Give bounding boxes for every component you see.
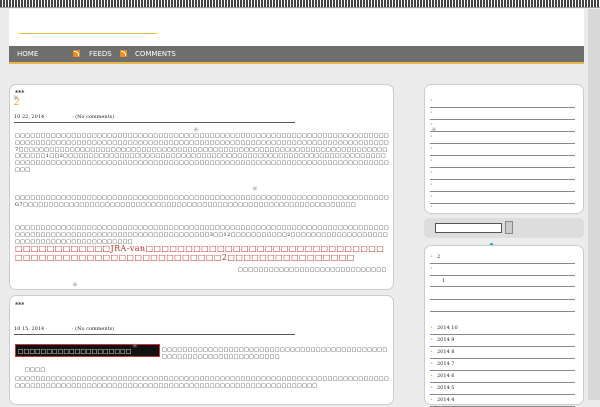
search-input[interactable] xyxy=(435,223,502,233)
sidebar-link-label: 2 xyxy=(436,254,441,260)
post-number: 2 xyxy=(14,98,20,108)
nav-feeds[interactable]: FEEDS xyxy=(89,46,112,62)
bullet-icon: • xyxy=(430,254,433,260)
bullet-icon: • xyxy=(430,373,433,379)
archive-link-label: 2014 10 xyxy=(436,325,458,331)
site-header xyxy=(9,9,584,46)
bullet-icon: • xyxy=(430,349,433,355)
bullet-icon: • xyxy=(430,170,433,176)
nav-home[interactable]: HOME xyxy=(17,46,38,62)
archive-link-label: 2014 7 xyxy=(436,361,455,367)
sidebar-widget: • • • • • • • • • • ✳ xyxy=(424,84,584,214)
post-meta: 10 15, 2014 · · (No comments) xyxy=(14,326,114,332)
right-margin xyxy=(588,9,600,400)
archive-link-label: 2014 5 xyxy=(436,385,455,391)
post-divider xyxy=(14,334,295,335)
post-body: □□□□□□□□□□□□□□□□□□□□□□□□□□□□□□□□□□□□□ xyxy=(238,267,387,274)
sidebar-link[interactable]: • xyxy=(430,201,575,213)
sidebar-link-label: 1 xyxy=(442,278,446,284)
bullet-icon: • xyxy=(430,134,433,140)
highlighted-text: □□□□□□□□□□□□JRA-van□□□□□□□□□□□□□□□□□□□□□… xyxy=(15,244,385,262)
post-date: 10 15, 2014 · xyxy=(14,326,48,332)
archive-link[interactable]: • 2014 4 xyxy=(430,394,575,407)
top-border xyxy=(0,0,600,8)
sidebar-link[interactable]: 1 xyxy=(430,275,575,287)
post-card: *** 10 15, 2014 · · (No comments) □□□□□□… xyxy=(9,295,394,405)
bullet-icon: • xyxy=(430,385,433,391)
bullet-icon: • xyxy=(430,337,433,343)
sparkle-icon: ✳ xyxy=(252,185,258,193)
post-meta: 10 22, 2014 · · (No comments) xyxy=(14,114,114,120)
sidebar-widget: • 2 • 1 • 2014 10 • 2014 9 • 2014 8 • 2014 7 … xyxy=(424,245,584,407)
sparkle-icon: ✳ xyxy=(72,281,78,289)
bullet-icon: • xyxy=(430,182,433,188)
archive-link-label: 2014 4 xyxy=(436,397,455,403)
post-comments-link[interactable]: · (No comments) xyxy=(72,114,114,120)
bullet-icon: • xyxy=(430,361,433,367)
bullet-icon: • xyxy=(430,397,433,403)
post-subheading: □□□□ xyxy=(25,367,46,373)
rss-feed-icon[interactable] xyxy=(73,50,80,57)
rss-comments-icon[interactable] xyxy=(120,50,127,57)
post-body: □□□□□□□□□□□□□□□□□□□□□□□□□□□□□□□□□□□□□□□□… xyxy=(15,195,390,208)
main-nav: HOME FEEDS COMMENTS xyxy=(9,46,584,64)
post-title[interactable]: *** xyxy=(15,302,24,309)
archive-link-label: 2014 6 xyxy=(436,373,455,379)
bullet-icon: • xyxy=(430,98,433,104)
bullet-icon: • xyxy=(430,146,433,152)
post-card: *** ✳ 2 10 22, 2014 · · (No comments) ✳ … xyxy=(9,84,394,290)
header-accent-line xyxy=(19,33,157,34)
bullet-icon: • xyxy=(430,110,433,116)
bullet-icon: • xyxy=(430,325,433,331)
archive-link-label: 2014 8 xyxy=(436,349,455,355)
search-button[interactable] xyxy=(505,221,513,234)
sparkle-icon: ✳ xyxy=(431,126,437,134)
post-comments-link[interactable]: · (No comments) xyxy=(72,326,114,332)
nav-comments[interactable]: COMMENTS xyxy=(135,46,176,62)
bullet-icon: • xyxy=(430,266,433,272)
archive-link-label: 2014 9 xyxy=(436,337,455,343)
post-body: □□□□□□□□□□□□□□□□□□□□□□□□□□□□□□□□□□□□□□□□… xyxy=(15,133,390,173)
sparkle-icon: ✳ xyxy=(132,342,138,350)
bullet-icon: • xyxy=(430,204,433,210)
post-divider xyxy=(14,122,295,123)
bullet-icon: • xyxy=(430,194,433,200)
search-widget xyxy=(424,218,584,238)
post-date: 10 22, 2014 · xyxy=(14,114,48,120)
post-body: □□□□□□□□□□□□□□□□□□□□□□□□□□□□□□□□□□□□□□□□… xyxy=(162,347,388,360)
sidebar-link[interactable] xyxy=(430,299,575,312)
bullet-icon: • xyxy=(430,158,433,164)
